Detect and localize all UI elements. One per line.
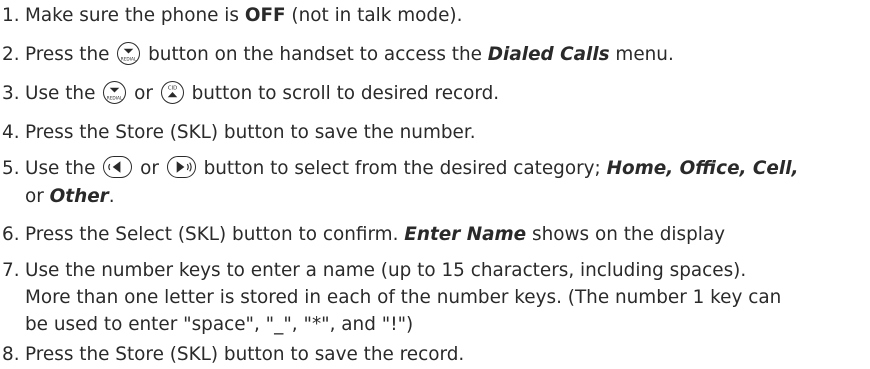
redial-down-icon: REDIAL [117,41,141,65]
volume-right-icon [166,156,196,178]
step-number: 3. [2,83,20,104]
step-text: Press the Select (SKL) button to confirm… [25,224,726,245]
step-number: 2. [2,44,20,65]
svg-text:REDIAL: REDIAL [107,95,123,101]
step-text: Use the or button to select from the des… [25,156,799,179]
step-text: Press the REDIAL button on the handset t… [25,40,674,69]
step-number: 6. [2,224,20,245]
step-number: 7. [2,260,20,281]
step-text: Make sure the phone is OFF (not in talk … [25,5,463,26]
volume-left-icon [103,156,133,178]
step-text: or Other. [25,186,115,207]
step-text: be used to enter "space", "_", "*", and … [25,314,414,335]
step-text: Press the Store (SKL) button to save the… [25,344,465,365]
svg-text:CID: CID [168,85,177,91]
step-number: 1. [2,5,20,26]
step-number: 8. [2,344,20,365]
step-text: More than one letter is stored in each o… [25,287,782,308]
step-text: Use the number keys to enter a name (up … [25,260,747,281]
step-text: Press the Store (SKL) button to save the… [25,122,476,143]
svg-text:REDIAL: REDIAL [121,56,137,62]
step-number: 4. [2,122,20,143]
cid-up-icon: CID [160,80,184,104]
step-number: 5. [2,158,20,179]
step-text: Use the REDIAL or CID button to scroll t… [25,79,499,108]
redial-down-icon: REDIAL [103,80,127,104]
